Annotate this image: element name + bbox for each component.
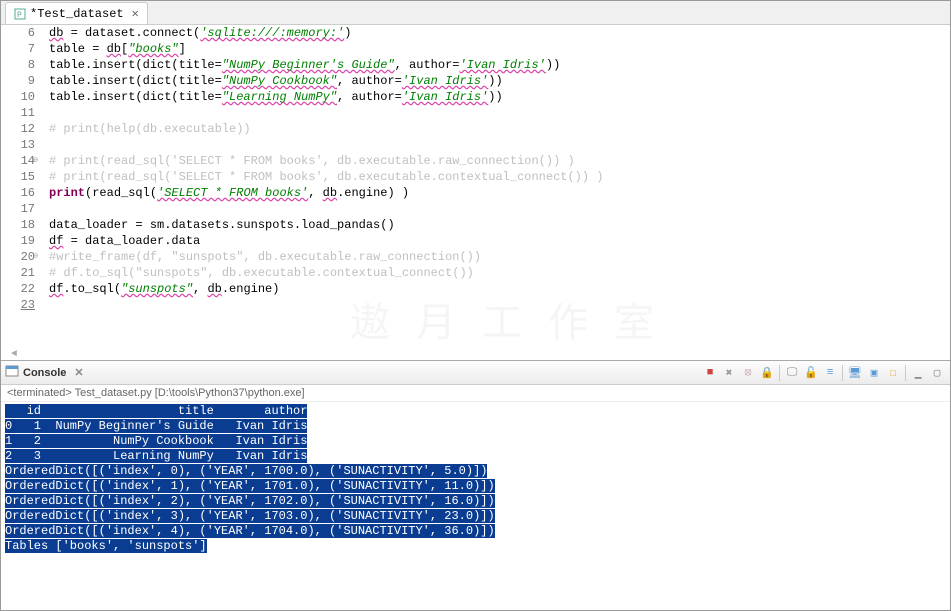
editor-tab-bar: P *Test_dataset ✕: [1, 1, 950, 25]
stop-icon[interactable]: ■: [701, 364, 719, 382]
open-console-icon[interactable]: ▣: [865, 364, 883, 382]
new-console-icon[interactable]: ☐: [884, 364, 902, 382]
console-output-line: Tables ['books', 'sunspots']: [5, 539, 207, 553]
python-file-icon: P: [14, 8, 26, 20]
svg-text:P: P: [17, 11, 22, 20]
code-line[interactable]: df.to_sql("sunspots", db.engine): [49, 281, 950, 297]
code-line[interactable]: [49, 137, 950, 153]
code-line[interactable]: print(read_sql('SELECT * FROM books', db…: [49, 185, 950, 201]
code-line[interactable]: db = dataset.connect('sqlite:///:memory:…: [49, 25, 950, 41]
console-output[interactable]: id title author0 1 NumPy Beginner's Guid…: [1, 402, 950, 607]
word-wrap-icon[interactable]: ≡: [821, 364, 839, 382]
close-icon[interactable]: ✕: [132, 6, 139, 21]
min-icon[interactable]: ▁: [909, 364, 927, 382]
tab-label: *Test_dataset: [30, 7, 124, 21]
console-output-line: 0 1 NumPy Beginner's Guide Ivan Idris: [5, 419, 307, 433]
code-line[interactable]: [49, 105, 950, 121]
scroll-lock-icon[interactable]: 🔓: [802, 364, 820, 382]
close-icon[interactable]: ✕: [74, 366, 83, 379]
pin-icon[interactable]: 🔒: [758, 364, 776, 382]
code-line[interactable]: table = db["books"]: [49, 41, 950, 57]
console-tab[interactable]: Console ✕: [5, 364, 84, 381]
console-output-line: OrderedDict([('index', 3), ('YEAR', 1703…: [5, 509, 495, 523]
console-output-line: 2 3 Learning NumPy Ivan Idris: [5, 449, 307, 463]
console-output-line: id title author: [5, 404, 307, 418]
code-line[interactable]: table.insert(dict(title="Learning NumPy"…: [49, 89, 950, 105]
editor-pane: P *Test_dataset ✕ 67891011121314⊖1516171…: [1, 1, 950, 361]
code-line[interactable]: # print(help(db.executable)): [49, 121, 950, 137]
display-icon[interactable]: 🖵: [783, 364, 801, 382]
console-pane: Console ✕ ■✖⦻🔒 🖵🔓≡ 🖥▣☐ ▁▢ <terminated> Test…: [1, 361, 950, 607]
code-line[interactable]: [49, 297, 950, 313]
console-icon: [5, 364, 19, 381]
editor-tab-active[interactable]: P *Test_dataset ✕: [5, 2, 148, 24]
console-output-line: OrderedDict([('index', 4), ('YEAR', 1704…: [5, 524, 495, 538]
console-output-line: OrderedDict([('index', 2), ('YEAR', 1702…: [5, 494, 495, 508]
code-line[interactable]: table.insert(dict(title="NumPy Cookbook"…: [49, 73, 950, 89]
console-header: Console ✕ ■✖⦻🔒 🖵🔓≡ 🖥▣☐ ▁▢: [1, 361, 950, 385]
code-line[interactable]: table.insert(dict(title="NumPy Beginner'…: [49, 57, 950, 73]
console-title-text: Console: [23, 367, 66, 379]
code-line[interactable]: # df.to_sql("sunspots", db.executable.co…: [49, 265, 950, 281]
code-line[interactable]: data_loader = sm.datasets.sunspots.load_…: [49, 217, 950, 233]
console-toolbar: ■✖⦻🔒 🖵🔓≡ 🖥▣☐ ▁▢: [701, 364, 946, 382]
code-editor[interactable]: 67891011121314⊖151617181920⊖212223 db = …: [1, 25, 950, 349]
console-output-line: OrderedDict([('index', 1), ('YEAR', 1701…: [5, 479, 495, 493]
show-console-icon[interactable]: 🖥: [846, 364, 864, 382]
code-line[interactable]: df = data_loader.data: [49, 233, 950, 249]
termination-status: <terminated> Test_dataset.py [D:\tools\P…: [1, 385, 950, 402]
code-line[interactable]: #write_frame(df, "sunspots", db.executab…: [49, 249, 950, 265]
max-icon[interactable]: ▢: [928, 364, 946, 382]
horizontal-ruler-arrow: ◄: [1, 349, 950, 360]
console-output-line: 1 2 NumPy Cookbook Ivan Idris: [5, 434, 307, 448]
remove-all-icon[interactable]: ⦻: [739, 364, 757, 382]
code-line[interactable]: [49, 201, 950, 217]
code-line[interactable]: # print(read_sql('SELECT * FROM books', …: [49, 153, 950, 169]
remove-icon[interactable]: ✖: [720, 364, 738, 382]
code-line[interactable]: # print(read_sql('SELECT * FROM books', …: [49, 169, 950, 185]
line-number-gutter: 67891011121314⊖151617181920⊖212223: [1, 25, 43, 349]
console-output-line: OrderedDict([('index', 0), ('YEAR', 1700…: [5, 464, 487, 478]
code-content[interactable]: db = dataset.connect('sqlite:///:memory:…: [43, 25, 950, 349]
